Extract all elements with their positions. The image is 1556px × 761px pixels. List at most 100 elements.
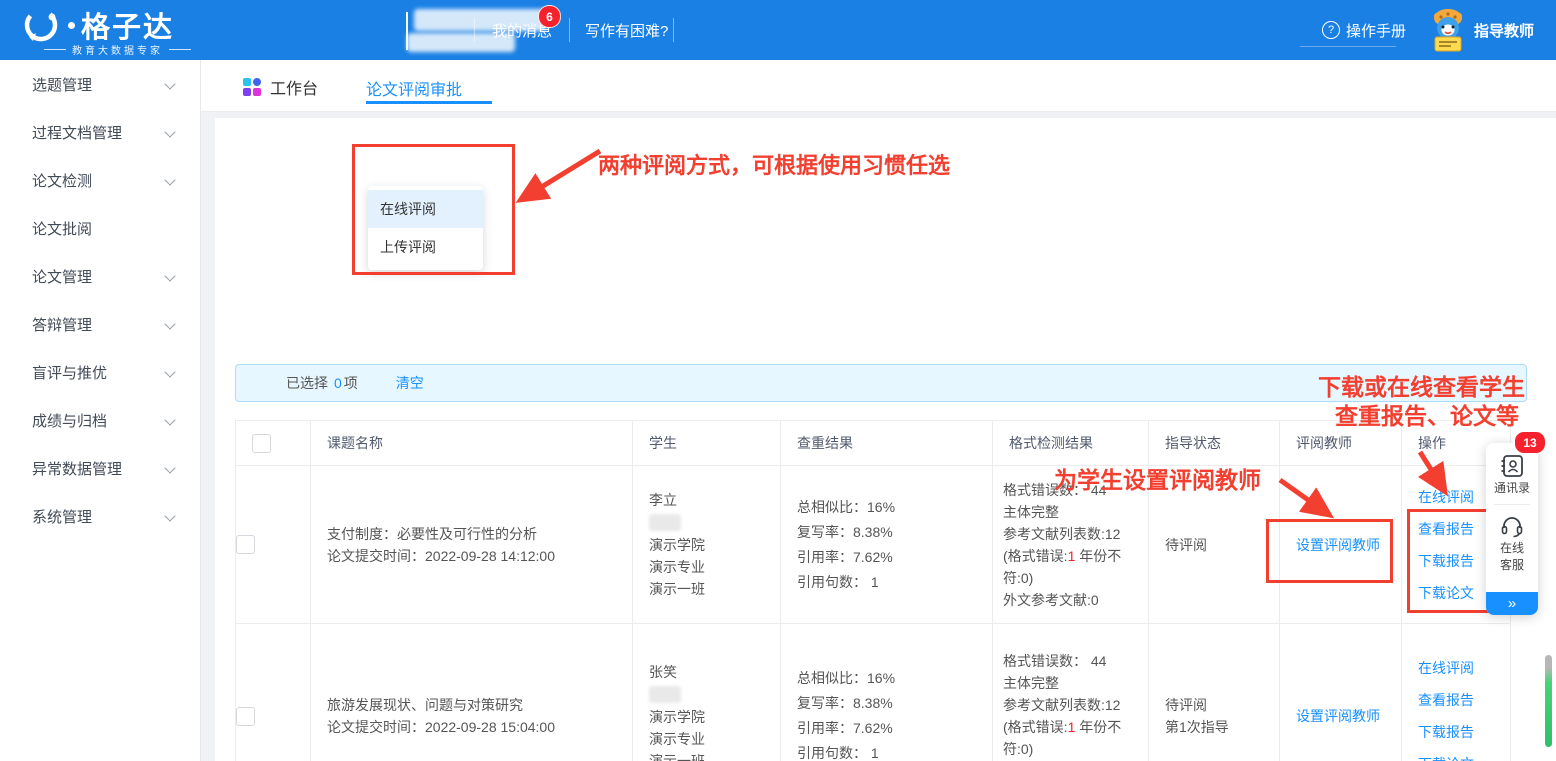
scrollbar-thumb[interactable] bbox=[1545, 655, 1552, 747]
selected-count: 0 bbox=[334, 375, 342, 391]
student-college: 演示学院 bbox=[649, 706, 780, 728]
sidebar-item-paper-check[interactable]: 论文检测 bbox=[0, 156, 200, 204]
topic-title: 支付制度：必要性及可行性的分析 bbox=[327, 523, 632, 545]
divider bbox=[569, 18, 570, 42]
dup-line: 复写率：8.38% bbox=[797, 691, 992, 716]
logo-separator-dot bbox=[68, 22, 75, 29]
sidebar-item-defense-mgmt[interactable]: 答辩管理 bbox=[0, 300, 200, 348]
row-checkbox[interactable] bbox=[236, 535, 255, 554]
online-service-entry[interactable]: 在线 客服 bbox=[1486, 513, 1538, 573]
results-table: 课题名称 学生 查重结果 格式检测结果 指导状态 评阅教师 操作 支付制度：必要… bbox=[235, 420, 1510, 761]
floating-tool-panel: 通讯录 在线 客服 » bbox=[1486, 443, 1538, 615]
dup-line: 引用率：7.62% bbox=[797, 716, 992, 741]
col-guide-status: 指导状态 bbox=[1149, 421, 1280, 466]
sidebar-item-system-mgmt[interactable]: 系统管理 bbox=[0, 492, 200, 540]
divider bbox=[474, 18, 475, 42]
chevron-down-icon bbox=[164, 462, 175, 473]
chevron-down-icon bbox=[164, 78, 175, 89]
dup-line: 引用句数： 1 bbox=[797, 570, 992, 595]
headset-icon bbox=[1499, 513, 1525, 539]
dup-line: 引用句数： 1 bbox=[797, 741, 992, 761]
col-format-result: 格式检测结果 bbox=[993, 421, 1149, 466]
table-row: 旅游发展现状、问题与对策研究 论文提交时间：2022-09-28 15:04:0… bbox=[236, 624, 1511, 761]
online-review-link[interactable]: 在线评阅 bbox=[1418, 658, 1510, 678]
option-online-review[interactable]: 在线评阅 bbox=[368, 190, 483, 228]
option-upload-review[interactable]: 上传评阅 bbox=[368, 228, 483, 266]
sidebar-nav: 选题管理 过程文档管理 论文检测 论文批阅 论文管理 答辩管理 盲评与推优 成绩… bbox=[0, 60, 201, 761]
blurred-student-id bbox=[649, 686, 681, 703]
tab-bar: 工作台 论文评阅审批 bbox=[200, 60, 1556, 112]
chevron-down-icon bbox=[164, 174, 175, 185]
active-tab-underline bbox=[366, 101, 492, 104]
blurred-student-id bbox=[649, 514, 681, 531]
screen: 格子达 教育大数据专家 我的消息 6 写作有困难? ? 操作手册 bbox=[0, 0, 1556, 761]
chevron-down-icon bbox=[164, 414, 175, 425]
top-header: 格子达 教育大数据专家 我的消息 6 写作有困难? ? 操作手册 bbox=[0, 0, 1556, 60]
logo-title: 格子达 bbox=[81, 4, 174, 46]
sidebar-item-grades-archive[interactable]: 成绩与归档 bbox=[0, 396, 200, 444]
dup-line: 引用率：7.62% bbox=[797, 545, 992, 570]
download-paper-link[interactable]: 下载论文 bbox=[1418, 754, 1510, 761]
tab-paper-review-approval[interactable]: 论文评阅审批 bbox=[366, 76, 462, 100]
panel-expand-button[interactable]: » bbox=[1486, 592, 1538, 615]
set-reviewer-link[interactable]: 设置评阅教师 bbox=[1296, 708, 1380, 724]
logo-icon bbox=[20, 4, 62, 46]
submit-time: 论文提交时间：2022-09-28 14:12:00 bbox=[327, 545, 632, 567]
col-topic-name: 课题名称 bbox=[311, 421, 633, 466]
dup-line: 总相似比：16% bbox=[797, 495, 992, 520]
fmt-line: 参考文献列表数:12 bbox=[1003, 694, 1148, 716]
sidebar-item-topic-mgmt[interactable]: 选题管理 bbox=[0, 60, 200, 108]
fmt-line: 外文参考文献:0 bbox=[1003, 589, 1148, 611]
question-circle-icon: ? bbox=[1322, 21, 1340, 39]
writing-help-link[interactable]: 写作有困难? bbox=[585, 0, 668, 60]
chevron-down-icon bbox=[164, 270, 175, 281]
guide-status: 待评阅 bbox=[1165, 534, 1279, 556]
row-checkbox[interactable] bbox=[236, 707, 255, 726]
sidebar-item-blind-review[interactable]: 盲评与推优 bbox=[0, 348, 200, 396]
student-major: 演示专业 bbox=[649, 728, 780, 750]
app-logo[interactable]: 格子达 bbox=[20, 4, 174, 46]
student-college: 演示学院 bbox=[649, 534, 780, 556]
chevron-down-icon bbox=[164, 318, 175, 329]
selected-prefix: 已选择 bbox=[286, 373, 328, 393]
student-major: 演示专业 bbox=[649, 556, 780, 578]
col-dup-result: 查重结果 bbox=[781, 421, 993, 466]
clear-selection-link[interactable]: 清空 bbox=[396, 373, 424, 393]
divider bbox=[1494, 504, 1530, 505]
fmt-line: 格式错误数： 44 bbox=[1003, 479, 1148, 501]
download-report-link[interactable]: 下载报告 bbox=[1418, 722, 1510, 742]
workbench-grid-icon bbox=[243, 78, 261, 96]
sidebar-item-abnormal-data[interactable]: 异常数据管理 bbox=[0, 444, 200, 492]
sidebar-item-paper-review[interactable]: 论文批阅 bbox=[0, 204, 200, 252]
student-class: 演示一班 bbox=[649, 750, 780, 761]
review-mode-dropdown: 在线评阅 上传评阅 bbox=[368, 186, 483, 270]
sidebar-item-process-doc-mgmt[interactable]: 过程文档管理 bbox=[0, 108, 200, 156]
manual-link[interactable]: ? 操作手册 bbox=[1322, 0, 1406, 60]
dup-line: 总相似比：16% bbox=[797, 666, 992, 691]
tab-workbench[interactable]: 工作台 bbox=[243, 75, 318, 99]
divider bbox=[673, 18, 674, 42]
fmt-line: 参考文献列表数:12 bbox=[1003, 523, 1148, 545]
logo-tagline: 教育大数据专家 bbox=[38, 42, 197, 57]
chevron-down-icon bbox=[164, 510, 175, 521]
student-name: 张笑 bbox=[649, 661, 780, 683]
sidebar-item-paper-mgmt[interactable]: 论文管理 bbox=[0, 252, 200, 300]
guide-status: 待评阅 bbox=[1165, 694, 1279, 716]
fmt-line: 主体完整 bbox=[1003, 672, 1148, 694]
dup-line: 复写率：8.38% bbox=[797, 520, 992, 545]
guide-teacher-entry[interactable]: 指导教师 bbox=[1428, 0, 1534, 60]
select-all-checkbox[interactable] bbox=[252, 434, 271, 453]
contacts-entry[interactable]: 通讯录 bbox=[1486, 453, 1538, 496]
messages-count-badge: 6 bbox=[538, 5, 561, 28]
selected-suffix: 项 bbox=[344, 373, 358, 393]
student-class: 演示一班 bbox=[649, 578, 780, 600]
chevron-down-icon bbox=[164, 126, 175, 137]
fmt-line: 格式错误数： 44 bbox=[1003, 650, 1148, 672]
view-report-link[interactable]: 查看报告 bbox=[1418, 690, 1510, 710]
col-student: 学生 bbox=[633, 421, 781, 466]
guide-status: 第1次指导 bbox=[1165, 716, 1279, 738]
table-row: 支付制度：必要性及可行性的分析 论文提交时间：2022-09-28 14:12:… bbox=[236, 466, 1511, 624]
table-header-row: 课题名称 学生 查重结果 格式检测结果 指导状态 评阅教师 操作 bbox=[236, 421, 1511, 466]
panel-count-badge: 13 bbox=[1513, 430, 1547, 455]
set-reviewer-link[interactable]: 设置评阅教师 bbox=[1296, 537, 1380, 553]
